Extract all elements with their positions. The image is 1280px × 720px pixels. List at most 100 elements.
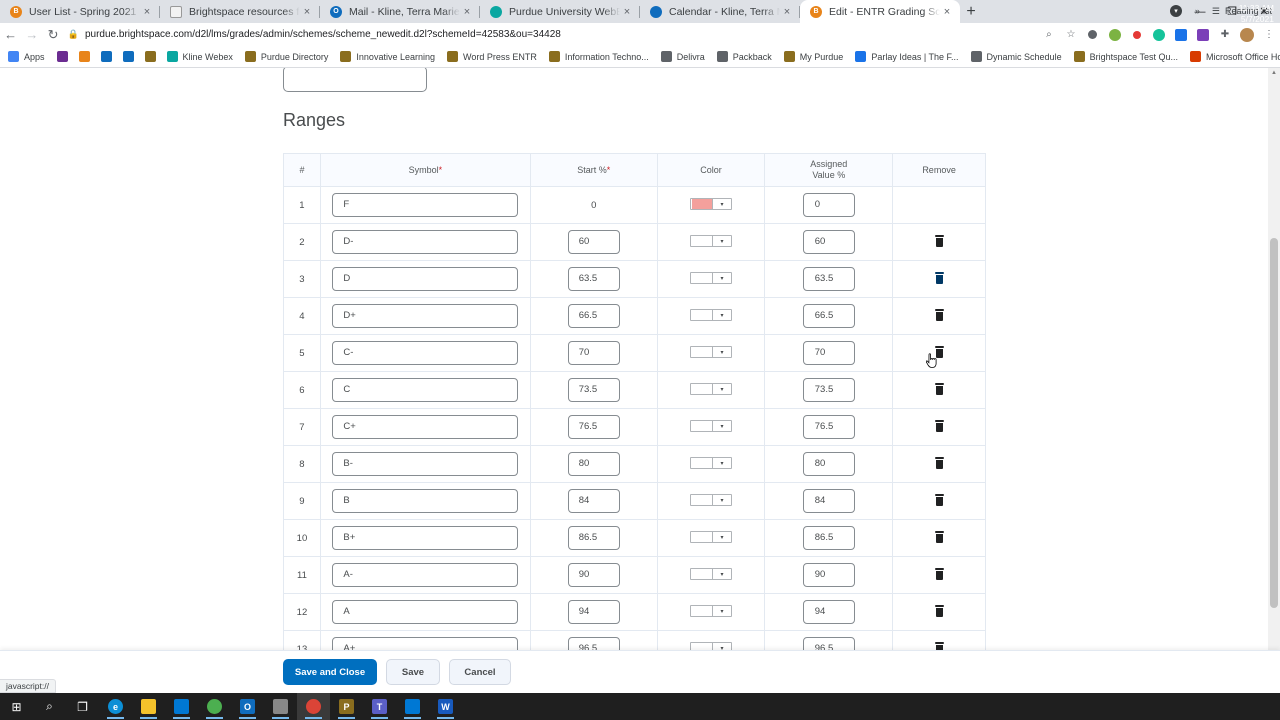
trash-icon[interactable] bbox=[934, 382, 944, 395]
browser-tab[interactable]: Purdue University WebEx Enterprise× bbox=[480, 0, 640, 23]
start-percent-input[interactable]: 66.5 bbox=[567, 304, 620, 328]
assigned-value-input[interactable]: 73.5 bbox=[802, 378, 855, 402]
start-percent-input[interactable]: 96.5 bbox=[567, 637, 620, 650]
bookmark-item[interactable]: Innovative Learning bbox=[340, 51, 435, 62]
symbol-input[interactable]: B+ bbox=[332, 526, 519, 550]
color-dropdown-arrow-icon[interactable]: ▾ bbox=[711, 310, 731, 320]
color-picker[interactable]: ▾ bbox=[689, 457, 732, 469]
start-percent-input[interactable]: 73.5 bbox=[567, 378, 620, 402]
symbol-input[interactable]: C bbox=[332, 378, 519, 402]
symbol-input[interactable]: D+ bbox=[332, 304, 519, 328]
scrollbar-thumb[interactable] bbox=[1270, 238, 1278, 608]
color-picker[interactable]: ▾ bbox=[689, 568, 732, 580]
bookmark-item[interactable]: Parlay Ideas | The F... bbox=[855, 51, 959, 62]
bookmark-item[interactable] bbox=[144, 51, 161, 62]
page-scrollbar[interactable]: ▲ bbox=[1268, 68, 1280, 650]
tab-close-icon[interactable]: × bbox=[460, 6, 474, 18]
start-percent-input[interactable]: 63.5 bbox=[567, 267, 620, 291]
assigned-value-input[interactable]: 70 bbox=[802, 341, 855, 365]
taskbar-snip-icon[interactable] bbox=[264, 693, 297, 720]
color-dropdown-arrow-icon[interactable]: ▾ bbox=[711, 236, 731, 246]
bookmark-item[interactable]: Dynamic Schedule bbox=[970, 51, 1062, 62]
bookmark-star-icon[interactable]: ☆ bbox=[1060, 28, 1082, 42]
start-percent-input[interactable]: 70 bbox=[567, 341, 620, 365]
tab-close-icon[interactable]: × bbox=[300, 6, 314, 18]
assigned-value-input[interactable]: 96.5 bbox=[802, 637, 855, 650]
color-dropdown-arrow-icon[interactable]: ▾ bbox=[711, 384, 731, 394]
assigned-value-input[interactable]: 76.5 bbox=[802, 415, 855, 439]
assigned-value-input[interactable]: 94 bbox=[802, 600, 855, 624]
tab-close-icon[interactable]: × bbox=[940, 6, 954, 18]
trash-icon[interactable] bbox=[934, 234, 944, 247]
save-and-close-button[interactable]: Save and Close bbox=[283, 659, 377, 685]
symbol-input[interactable]: A- bbox=[332, 563, 519, 587]
grammarly-icon[interactable] bbox=[1148, 28, 1170, 42]
start-percent-input[interactable]: 94 bbox=[567, 600, 620, 624]
color-dropdown-arrow-icon[interactable]: ▾ bbox=[711, 532, 731, 542]
trash-icon[interactable] bbox=[934, 419, 944, 432]
trash-icon[interactable] bbox=[934, 308, 944, 321]
scheme-name-input[interactable] bbox=[283, 68, 427, 92]
start-percent-input[interactable]: 60 bbox=[567, 230, 620, 254]
assigned-value-input[interactable]: 86.5 bbox=[802, 526, 855, 550]
tab-close-icon[interactable]: × bbox=[780, 6, 794, 18]
lock-icon[interactable]: 🔒 bbox=[68, 29, 79, 40]
back-arrow-icon[interactable]: ← bbox=[0, 27, 21, 42]
color-dropdown-arrow-icon[interactable]: ▾ bbox=[711, 643, 731, 650]
start-percent-input[interactable]: 84 bbox=[567, 489, 620, 513]
taskbar-teams-icon[interactable]: T bbox=[363, 693, 396, 720]
symbol-input[interactable]: F bbox=[332, 193, 519, 217]
start-percent-input[interactable]: 86.5 bbox=[567, 526, 620, 550]
assigned-value-input[interactable]: 66.5 bbox=[802, 304, 855, 328]
symbol-input[interactable]: B- bbox=[332, 452, 519, 476]
puzzle-extensions-icon[interactable]: ✚ bbox=[1214, 28, 1236, 42]
taskbar-task-view-icon[interactable]: ❐ bbox=[66, 693, 99, 720]
browser-menu-icon[interactable]: ⋮ bbox=[1258, 28, 1280, 42]
extension-icon[interactable] bbox=[1082, 28, 1104, 42]
symbol-input[interactable]: C+ bbox=[332, 415, 519, 439]
extension-icon[interactable] bbox=[1126, 28, 1148, 42]
color-dropdown-arrow-icon[interactable]: ▾ bbox=[711, 458, 731, 468]
taskbar-photos-icon[interactable] bbox=[396, 693, 429, 720]
taskbar-word-icon[interactable]: W bbox=[429, 693, 462, 720]
extension-icon[interactable] bbox=[1192, 28, 1214, 42]
taskbar-outlook-icon[interactable]: O bbox=[231, 693, 264, 720]
taskbar-chrome-active-icon[interactable] bbox=[297, 693, 330, 720]
symbol-input[interactable]: D- bbox=[332, 230, 519, 254]
taskbar-edge-icon[interactable]: e bbox=[99, 693, 132, 720]
symbol-input[interactable]: A+ bbox=[332, 637, 519, 650]
color-picker[interactable]: ▾ bbox=[689, 531, 732, 543]
color-dropdown-arrow-icon[interactable]: ▾ bbox=[711, 421, 731, 431]
browser-tab[interactable]: Brightspace resources for teaching× bbox=[160, 0, 320, 23]
color-picker[interactable]: ▾ bbox=[689, 309, 732, 321]
color-dropdown-arrow-icon[interactable]: ▾ bbox=[711, 569, 731, 579]
taskbar-start-icon[interactable]: ⊞ bbox=[0, 693, 33, 720]
taskbar-search-icon[interactable]: ⌕ bbox=[33, 693, 66, 720]
assigned-value-input[interactable]: 80 bbox=[802, 452, 855, 476]
trash-icon[interactable] bbox=[934, 530, 944, 543]
scroll-up-arrow-icon[interactable]: ▲ bbox=[1271, 70, 1277, 76]
assigned-value-input[interactable]: 60 bbox=[802, 230, 855, 254]
taskbar-chrome-icon[interactable] bbox=[198, 693, 231, 720]
start-percent-input[interactable]: 80 bbox=[567, 452, 620, 476]
bookmark-item[interactable]: Information Techno... bbox=[548, 51, 649, 62]
color-picker[interactable]: ▾ bbox=[689, 605, 732, 617]
trash-icon[interactable] bbox=[934, 493, 944, 506]
symbol-input[interactable]: A bbox=[332, 600, 519, 624]
color-picker[interactable]: ▾ bbox=[689, 198, 732, 210]
tab-close-icon[interactable]: × bbox=[140, 6, 154, 18]
new-tab-button[interactable]: + bbox=[960, 0, 982, 23]
tab-search-icon[interactable]: ▾ bbox=[1170, 5, 1182, 17]
bookmark-item[interactable] bbox=[122, 51, 139, 62]
start-percent-input[interactable]: 76.5 bbox=[567, 415, 620, 439]
bookmark-item[interactable]: Word Press ENTR bbox=[446, 51, 537, 62]
bookmark-item[interactable]: Delivra bbox=[660, 51, 705, 62]
color-dropdown-arrow-icon[interactable]: ▾ bbox=[711, 606, 731, 616]
bookmark-item[interactable] bbox=[100, 51, 117, 62]
color-picker[interactable]: ▾ bbox=[689, 420, 732, 432]
browser-tab[interactable]: B User List - Spring 2021 ENTR 310× bbox=[0, 0, 160, 23]
symbol-input[interactable]: C- bbox=[332, 341, 519, 365]
start-percent-input[interactable]: 90 bbox=[567, 563, 620, 587]
color-dropdown-arrow-icon[interactable]: ▾ bbox=[711, 347, 731, 357]
zoom-search-icon[interactable]: ⌕ bbox=[1038, 28, 1060, 42]
